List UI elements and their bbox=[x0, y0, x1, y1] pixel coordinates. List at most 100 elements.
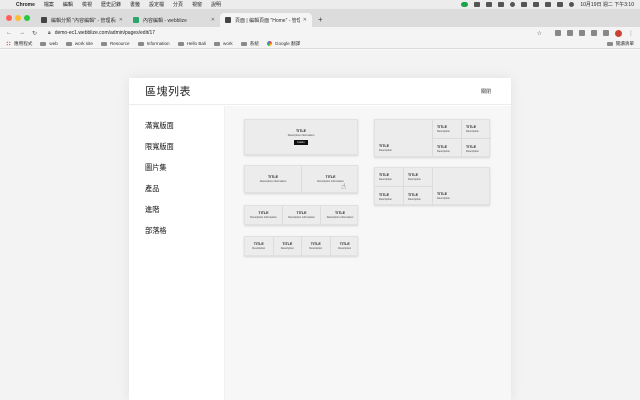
bookmark-system[interactable]: 系統 bbox=[240, 41, 259, 47]
template-description: Description information bbox=[250, 216, 277, 219]
bookmark-hello-bali[interactable]: Hello Bali bbox=[177, 41, 206, 46]
reading-list-icon bbox=[606, 41, 613, 46]
menu-item-tab[interactable]: 分頁 bbox=[173, 1, 183, 8]
line-app-icon[interactable] bbox=[461, 2, 469, 7]
template-description: Description bbox=[408, 197, 421, 201]
menu-item-view[interactable]: 檢視 bbox=[82, 1, 92, 8]
menu-item-profiles[interactable]: 設定檔 bbox=[149, 1, 164, 8]
bluetooth-icon[interactable] bbox=[521, 2, 528, 7]
close-tab-icon[interactable]: ✕ bbox=[119, 17, 123, 23]
menu-item-file[interactable]: 檔案 bbox=[44, 1, 54, 8]
back-icon[interactable]: ← bbox=[6, 30, 12, 36]
tab-edit-category[interactable]: 編輯分類 "內容編輯" - 管理系統 ✕ bbox=[36, 13, 128, 27]
media-icon[interactable] bbox=[603, 30, 609, 36]
menu-item-history[interactable]: 歷史記錄 bbox=[101, 1, 121, 8]
template-title: TITLE bbox=[466, 125, 476, 129]
template-title: TITLE bbox=[379, 173, 389, 177]
extension-icon[interactable] bbox=[555, 30, 561, 36]
template-cell: TITLE Description information bbox=[283, 206, 321, 224]
sync-icon[interactable] bbox=[486, 2, 493, 7]
extension-icon[interactable] bbox=[567, 30, 573, 36]
category-gallery[interactable]: 圖片集 bbox=[145, 162, 224, 183]
profile-avatar[interactable] bbox=[615, 29, 622, 37]
menu-item-chrome[interactable]: Chrome bbox=[16, 2, 35, 8]
template-title: TITLE bbox=[325, 175, 336, 179]
clock[interactable]: 10月19日 週二 下午3:10 bbox=[580, 1, 634, 8]
template-description: Description information bbox=[287, 134, 315, 137]
bookmark-work[interactable]: work bbox=[214, 41, 233, 46]
template-title: TITLE bbox=[296, 129, 306, 133]
lock-icon[interactable]: 🔒︎ bbox=[48, 30, 51, 36]
menu-item-help[interactable]: 說明 bbox=[211, 1, 221, 8]
template-title: TITLE bbox=[268, 175, 278, 179]
url-text[interactable]: demo-ec1.webblize.com/admin/pages/edit/1… bbox=[55, 30, 155, 36]
template-title: TITLE bbox=[379, 192, 389, 197]
template-title: TITLE bbox=[466, 144, 476, 149]
tab-page-edit[interactable]: 頁面 | 編輯頁面 "Home" - 管理系統 ✕ bbox=[220, 13, 312, 27]
vpn-icon[interactable] bbox=[510, 2, 516, 7]
category-products[interactable]: 產品 bbox=[145, 183, 224, 204]
bookmark-work-site[interactable]: work site bbox=[65, 41, 93, 46]
template-description: Description bbox=[408, 178, 421, 181]
template-description: Description bbox=[437, 149, 450, 153]
folder-icon bbox=[40, 41, 47, 46]
template-title: TITLE bbox=[437, 144, 447, 149]
template-title: TITLE bbox=[335, 211, 345, 215]
extensions-puzzle-icon[interactable] bbox=[591, 30, 597, 36]
category-sidebar: 滿寬版面 限寬版面 圖片集 產品 進階 部落格 bbox=[129, 106, 225, 400]
zoom-window-button[interactable] bbox=[24, 15, 30, 21]
close-tab-icon[interactable]: ✕ bbox=[211, 17, 215, 23]
dropbox-icon[interactable] bbox=[474, 2, 481, 7]
template-grid-big-right[interactable]: TITLE Description TITLE Description TITL… bbox=[374, 167, 491, 206]
close-button[interactable]: 關閉 bbox=[481, 88, 491, 95]
reload-icon[interactable]: ↻ bbox=[32, 30, 37, 37]
bookmark-google-translate[interactable]: Google 翻譯 bbox=[266, 41, 300, 47]
bookmark-web[interactable]: web bbox=[40, 41, 58, 46]
template-cell: TITLE Description information bbox=[302, 166, 359, 192]
menu-item-edit[interactable]: 編輯 bbox=[63, 1, 73, 8]
template-description: Description bbox=[379, 149, 392, 152]
bookmark-star-icon[interactable]: ☆ bbox=[537, 30, 542, 37]
category-advanced[interactable]: 進階 bbox=[145, 204, 224, 225]
new-tab-button[interactable]: + bbox=[318, 15, 323, 24]
forward-icon[interactable]: → bbox=[19, 30, 25, 36]
template-grid-big-left[interactable]: TITLE Description TITLE Description TITL… bbox=[374, 119, 491, 158]
site-favicon-icon bbox=[41, 17, 47, 23]
menu-item-window[interactable]: 視窗 bbox=[192, 1, 202, 8]
template-description: Description information bbox=[288, 216, 315, 219]
template-description: Description information bbox=[259, 180, 287, 183]
tab-content-edit[interactable]: 內容編輯 - webblize ✕ bbox=[128, 13, 220, 27]
template-grid: TITLE Description information button TIT… bbox=[225, 106, 511, 400]
close-tab-icon[interactable]: ✕ bbox=[303, 17, 307, 23]
template-cell: TITLE Description bbox=[433, 168, 491, 204]
template-description: Description bbox=[437, 130, 450, 133]
minimize-window-button[interactable] bbox=[15, 15, 21, 21]
template-cell: TITLE Description bbox=[404, 168, 433, 187]
menu-item-bookmarks[interactable]: 書籤 bbox=[130, 1, 140, 8]
control-center-icon[interactable] bbox=[557, 2, 564, 7]
url-field[interactable]: 🔒︎ demo-ec1.webblize.com/admin/pages/edi… bbox=[48, 30, 537, 36]
extension-icon[interactable] bbox=[579, 30, 585, 36]
template-cell: TITLE Description bbox=[404, 187, 433, 206]
template-three-column[interactable]: TITLE Description information TITLE Desc… bbox=[244, 205, 358, 225]
close-window-button[interactable] bbox=[6, 15, 12, 21]
siri-icon[interactable] bbox=[569, 2, 575, 7]
category-blog[interactable]: 部落格 bbox=[145, 225, 224, 246]
template-four-column[interactable]: TITLE Description TITLE Description TITL… bbox=[244, 236, 358, 256]
tab-title: 編輯分類 "內容編輯" - 管理系統 bbox=[51, 17, 116, 24]
bookmark-information[interactable]: Information bbox=[137, 41, 170, 46]
template-hero[interactable]: TITLE Description information button bbox=[244, 119, 358, 155]
template-cell: TITLE Description bbox=[433, 139, 462, 158]
reading-list[interactable]: 閱讀清單 bbox=[606, 41, 634, 47]
tab-strip: 編輯分類 "內容編輯" - 管理系統 ✕ 內容編輯 - webblize ✕ 頁… bbox=[0, 9, 640, 27]
category-full-width[interactable]: 滿寬版面 bbox=[145, 120, 224, 141]
bookmark-resource[interactable]: Resource bbox=[100, 41, 130, 46]
template-cell: TITLE Description bbox=[302, 237, 331, 255]
category-fixed-width[interactable]: 限寬版面 bbox=[145, 141, 224, 162]
display-icon[interactable] bbox=[498, 2, 505, 7]
search-icon[interactable] bbox=[545, 2, 552, 7]
wifi-icon[interactable] bbox=[533, 2, 540, 7]
bookmark-apps[interactable]: 應用程式 bbox=[6, 41, 32, 47]
more-menu-icon[interactable]: ⋮ bbox=[628, 30, 634, 37]
template-two-column[interactable]: TITLE Description information TITLE Desc… bbox=[244, 165, 358, 193]
